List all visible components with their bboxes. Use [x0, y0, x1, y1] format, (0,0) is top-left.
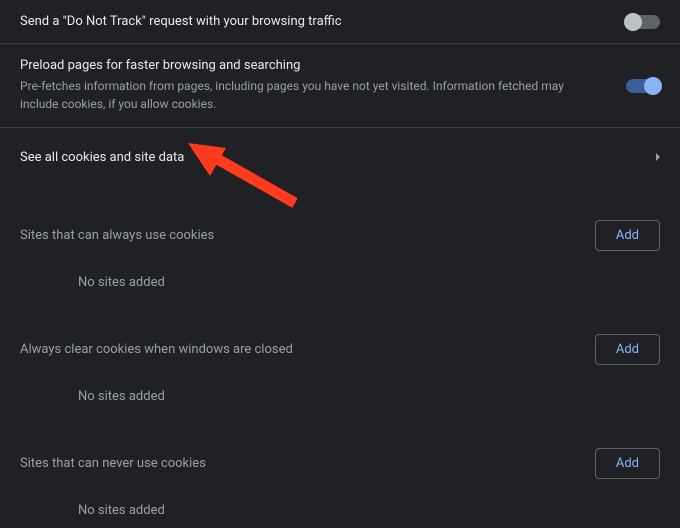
block-empty-text: No sites added — [20, 479, 660, 528]
preload-title: Preload pages for faster browsing and se… — [20, 58, 580, 73]
clear-cookies-section: Always clear cookies when windows are cl… — [0, 300, 680, 414]
allow-add-button[interactable]: Add — [595, 220, 660, 251]
preload-toggle[interactable] — [626, 79, 660, 93]
allow-section-header: Sites that can always use cookies Add — [20, 186, 660, 251]
block-cookies-section: Sites that can never use cookies Add No … — [0, 414, 680, 528]
preload-row[interactable]: Preload pages for faster browsing and se… — [0, 44, 680, 128]
block-section-header: Sites that can never use cookies Add — [20, 414, 660, 479]
preload-description: Pre-fetches information from pages, incl… — [20, 77, 580, 113]
block-section-title: Sites that can never use cookies — [20, 456, 206, 471]
clear-section-title: Always clear cookies when windows are cl… — [20, 342, 293, 357]
allow-empty-text: No sites added — [20, 251, 660, 300]
block-add-button[interactable]: Add — [595, 448, 660, 479]
do-not-track-toggle[interactable] — [626, 15, 660, 29]
chevron-right-icon — [656, 153, 660, 161]
do-not-track-row[interactable]: Send a "Do Not Track" request with your … — [0, 0, 680, 44]
see-all-cookies-link[interactable]: See all cookies and site data — [0, 128, 680, 186]
clear-empty-text: No sites added — [20, 365, 660, 414]
see-all-cookies-label: See all cookies and site data — [20, 150, 184, 165]
clear-add-button[interactable]: Add — [595, 334, 660, 365]
preload-text: Preload pages for faster browsing and se… — [20, 58, 580, 113]
toggle-knob — [644, 77, 662, 95]
toggle-knob — [624, 13, 642, 31]
allow-section-title: Sites that can always use cookies — [20, 228, 214, 243]
clear-section-header: Always clear cookies when windows are cl… — [20, 300, 660, 365]
do-not-track-label: Send a "Do Not Track" request with your … — [20, 14, 342, 29]
allow-cookies-section: Sites that can always use cookies Add No… — [0, 186, 680, 300]
